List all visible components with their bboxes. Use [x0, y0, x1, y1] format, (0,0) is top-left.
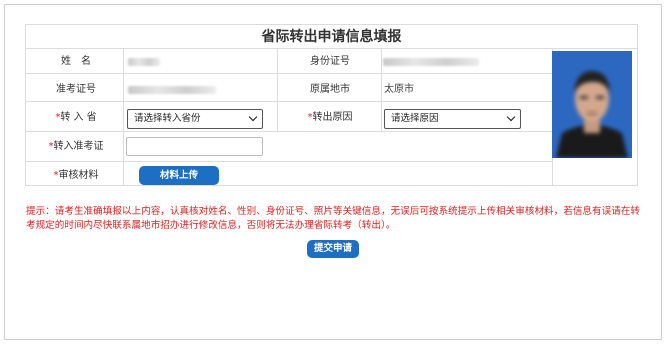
- form-title: 省际转出申请信息填报: [26, 25, 637, 49]
- tip-text: 提示：请考生准确填报以上内容，认真核对姓名、性别、身份证号、照片等关键信息，无误…: [26, 206, 640, 231]
- transfer-exam-number-input[interactable]: [126, 137, 263, 156]
- origin-city-value: 太原市: [384, 84, 414, 95]
- name-value-masked: [128, 58, 160, 66]
- application-form: 省际转出申请信息填报: [25, 24, 638, 186]
- id-number-label: 身份证号: [310, 56, 350, 67]
- transfer-province-label: *转 入 省: [55, 112, 97, 123]
- reason-select-value: 请选择原因: [391, 113, 439, 124]
- col-divider: [123, 49, 124, 186]
- applicant-photo: [552, 51, 632, 158]
- row-divider: [26, 161, 552, 162]
- transfer-reason-label: *转出原因: [307, 112, 353, 123]
- row-divider: [26, 101, 552, 102]
- province-select[interactable]: 请选择转入省份: [127, 109, 263, 129]
- exam-number-label: 准考证号: [56, 84, 96, 95]
- province-select-value: 请选择转入省份: [134, 113, 201, 124]
- reason-select[interactable]: 请选择原因: [384, 109, 521, 129]
- review-materials-label: *审核材料: [53, 170, 99, 181]
- chevron-down-icon: [506, 112, 516, 122]
- name-label: 姓 名: [61, 56, 91, 67]
- exam-number-value-masked: [128, 86, 216, 94]
- photo-portrait: [552, 51, 632, 158]
- row-divider: [26, 73, 552, 74]
- submit-application-button[interactable]: 提交申请: [307, 240, 359, 258]
- row-divider: [26, 131, 552, 132]
- chevron-down-icon: [248, 112, 258, 122]
- id-number-value-masked: [383, 58, 479, 66]
- transfer-exam-number-label: *转入准考证: [48, 141, 104, 152]
- upload-materials-button[interactable]: 材料上传: [139, 166, 219, 185]
- origin-city-label: 原属地市: [310, 84, 350, 95]
